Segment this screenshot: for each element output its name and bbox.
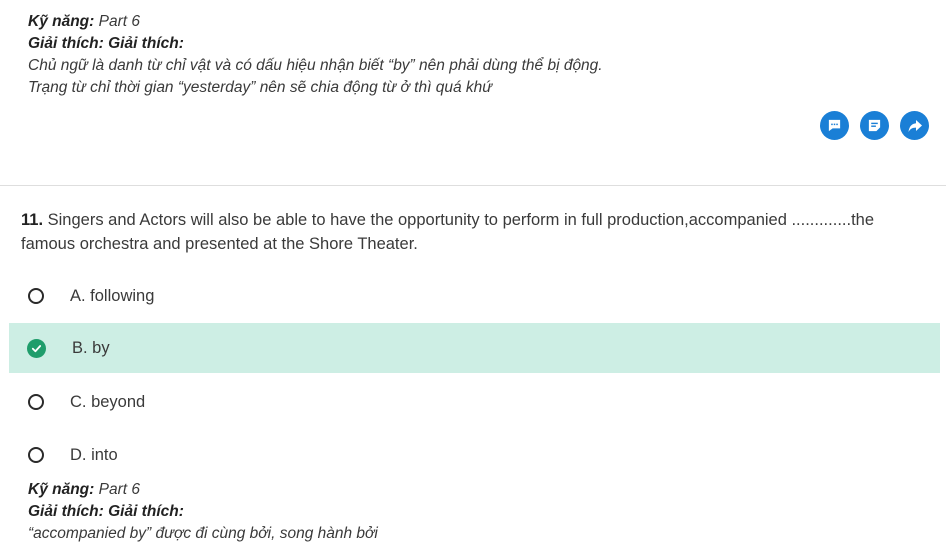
explanation-text: Trạng từ chỉ thời gian “yesterday” nên s…: [28, 79, 493, 96]
answer-option-c[interactable]: C. beyond: [9, 377, 940, 427]
radio-button[interactable]: [28, 394, 44, 410]
skill-line: Kỹ năng: Part 6: [28, 11, 603, 33]
skill-value: Part 6: [98, 13, 140, 30]
explanation-text: “accompanied by” được đi cùng bởi, song …: [28, 525, 378, 542]
explanation-label: Giải thích: Giải thích:: [28, 35, 184, 52]
answer-option-a[interactable]: A. following: [9, 271, 940, 321]
option-label: D. into: [70, 445, 118, 464]
question-text: Singers and Actors will also be able to …: [21, 211, 875, 253]
explanation-block-bottom: Kỹ năng: Part 6 Giải thích: Giải thích: …: [28, 479, 378, 545]
note-icon: [868, 119, 881, 132]
explanation-label: Giải thích: Giải thích:: [28, 503, 184, 520]
skill-label: Kỹ năng:: [28, 481, 95, 498]
comment-button[interactable]: [820, 111, 849, 140]
skill-line: Kỹ năng: Part 6: [28, 479, 378, 501]
action-buttons: [820, 111, 929, 140]
skill-value: Part 6: [98, 481, 140, 498]
answer-option-d[interactable]: D. into: [9, 430, 940, 480]
question-number: 11.: [21, 211, 44, 229]
radio-button[interactable]: [28, 288, 44, 304]
note-button[interactable]: [860, 111, 889, 140]
share-icon: [908, 119, 922, 132]
share-button[interactable]: [900, 111, 929, 140]
radio-button[interactable]: [28, 447, 44, 463]
option-label: C. beyond: [70, 392, 146, 411]
section-divider: [0, 185, 946, 186]
check-circle-icon[interactable]: [27, 338, 46, 358]
comment-icon: [828, 119, 841, 132]
question-block: 11. Singers and Actors will also be able…: [21, 208, 926, 256]
skill-label: Kỹ năng:: [28, 13, 95, 30]
option-label: B. by: [72, 338, 110, 357]
explanation-block-top: Kỹ năng: Part 6 Giải thích: Giải thích: …: [28, 11, 603, 99]
option-label: A. following: [70, 286, 155, 305]
answer-option-b[interactable]: B. by: [9, 323, 940, 373]
explanation-text: Chủ ngữ là danh từ chỉ vật và có dấu hiệ…: [28, 57, 603, 74]
